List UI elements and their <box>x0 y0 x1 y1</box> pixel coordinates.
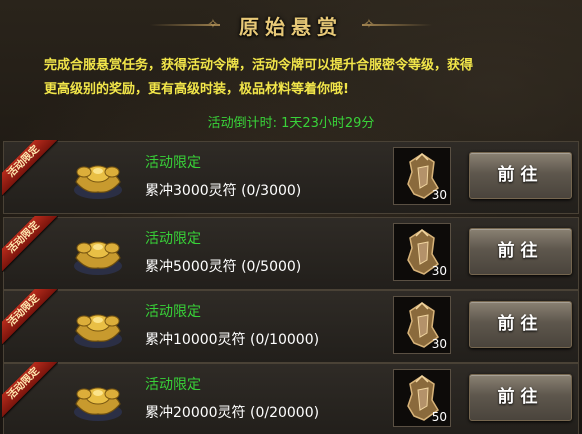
limited-ribbon: 活动限定 <box>2 216 58 272</box>
limited-ribbon: 活动限定 <box>2 140 58 196</box>
panel-header: ✧ 原始悬赏 ✧ 完成合服悬赏任务，获得活动令牌，活动令牌可以提升合服密令等级，… <box>0 0 582 134</box>
task-category-label: 活动限定 <box>145 155 201 171</box>
go-button[interactable]: 前往 <box>469 301 572 348</box>
gold-ingot-treasure-icon <box>74 387 122 421</box>
ribbon-label: 活动限定 <box>2 362 58 418</box>
reward-count: 30 <box>431 264 447 278</box>
task-row: 活动限定 活动限定 累冲3000灵符 (0/3000) 30 前往 <box>2 140 579 214</box>
reward-count: 50 <box>431 410 447 424</box>
gold-ingot-treasure-icon <box>74 165 122 199</box>
task-category-label: 活动限定 <box>145 377 201 393</box>
task-row: 活动限定 活动限定 累冲10000灵符 (0/10000) 30 前往 <box>2 289 579 363</box>
task-category-label: 活动限定 <box>145 304 201 320</box>
task-description: 累冲20000灵符 (0/20000) <box>145 405 320 421</box>
reward-slot[interactable]: 30 <box>393 296 451 354</box>
task-row: 活动限定 活动限定 累冲20000灵符 (0/20000) 50 前往 <box>2 362 579 434</box>
reward-count: 30 <box>431 188 447 202</box>
reward-slot[interactable]: 30 <box>393 147 451 205</box>
reward-count: 30 <box>431 337 447 351</box>
task-row: 活动限定 活动限定 累冲5000灵符 (0/5000) 30 前往 <box>2 216 579 290</box>
title-ornament-right <box>362 24 432 26</box>
description-line-2: 更高级别的奖励，更有高级时装，极品材料等着你哦! <box>44 82 349 97</box>
go-button[interactable]: 前往 <box>469 374 572 421</box>
task-description: 累冲3000灵符 (0/3000) <box>145 183 302 199</box>
task-category-label: 活动限定 <box>145 231 201 247</box>
reward-slot[interactable]: 30 <box>393 223 451 281</box>
bounty-panel: ✧ 原始悬赏 ✧ 完成合服悬赏任务，获得活动令牌，活动令牌可以提升合服密令等级，… <box>0 0 582 434</box>
go-button[interactable]: 前往 <box>469 152 572 199</box>
gold-ingot-treasure-icon <box>74 314 122 348</box>
reward-slot[interactable]: 50 <box>393 369 451 427</box>
task-description: 累冲10000灵符 (0/10000) <box>145 332 320 348</box>
ribbon-label: 活动限定 <box>2 216 58 272</box>
task-description: 累冲5000灵符 (0/5000) <box>145 259 302 275</box>
ribbon-label: 活动限定 <box>2 140 58 196</box>
ribbon-label: 活动限定 <box>2 289 58 345</box>
activity-description: 完成合服悬赏任务，获得活动令牌，活动令牌可以提升合服密令等级，获得 更高级别的奖… <box>44 54 544 102</box>
limited-ribbon: 活动限定 <box>2 362 58 418</box>
title-bar: 原始悬赏 <box>0 12 582 42</box>
page-title: 原始悬赏 <box>239 15 343 39</box>
description-line-1: 完成合服悬赏任务，获得活动令牌，活动令牌可以提升合服密令等级，获得 <box>44 58 474 73</box>
limited-ribbon: 活动限定 <box>2 289 58 345</box>
activity-countdown: 活动倒计时: 1天23小时29分 <box>207 116 375 131</box>
gold-ingot-treasure-icon <box>74 241 122 275</box>
go-button[interactable]: 前往 <box>469 228 572 275</box>
